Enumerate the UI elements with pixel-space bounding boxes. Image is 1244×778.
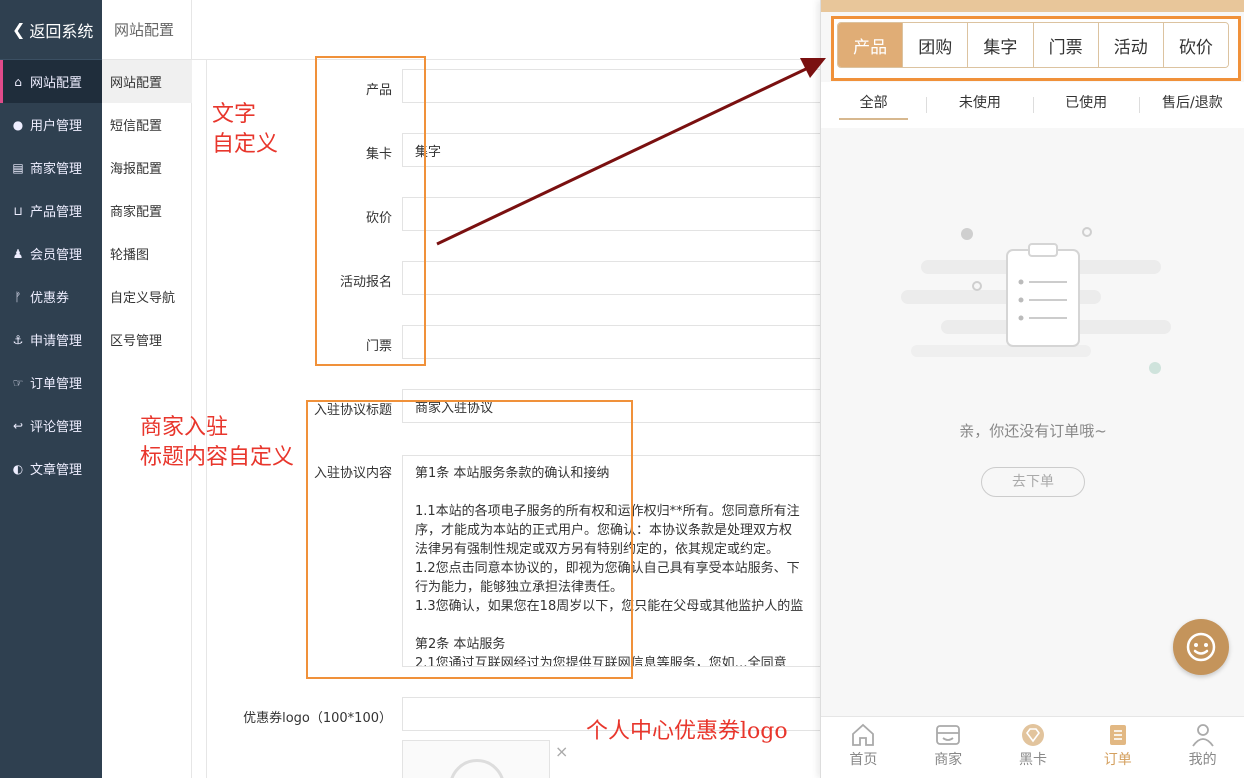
- tabbar-mine[interactable]: 我的: [1160, 717, 1244, 778]
- tabbar-merchant[interactable]: 商家: [906, 717, 991, 778]
- subnav-title: 网站配置: [102, 0, 192, 60]
- product-input[interactable]: [402, 69, 822, 103]
- home-icon: ⌂: [14, 74, 22, 89]
- home-outline-icon: [852, 723, 875, 746]
- tabbar-home[interactable]: 首页: [821, 717, 906, 778]
- filter-used[interactable]: 已使用: [1034, 82, 1139, 128]
- top-bar: [192, 0, 820, 60]
- annotation-text-custom: 文字 自定义: [212, 102, 279, 157]
- sidebar-item-members[interactable]: ♟ 会员管理: [0, 232, 102, 275]
- tabbar-label: 我的: [1188, 752, 1217, 768]
- order-icon: [1109, 725, 1126, 745]
- subnav-item-sms[interactable]: 短信配置: [102, 103, 192, 146]
- sidebar-item-site-config[interactable]: ⌂ 网站配置: [0, 60, 102, 103]
- filter-unused[interactable]: 未使用: [927, 82, 1032, 128]
- back-label: 返回系统: [29, 21, 94, 41]
- filter-all[interactable]: 全部: [821, 82, 926, 128]
- annotation-coupon-logo: 个人中心优惠券logo: [586, 719, 788, 744]
- sidebar-item-orders[interactable]: ☞ 订单管理: [0, 361, 102, 404]
- empty-orders-text: 亲，你还没有订单哦~: [959, 422, 1107, 440]
- sidebar-item-label: 优惠券: [30, 291, 70, 306]
- mobile-preview: 产品 团购 集字 门票 活动 砍价 全部 未使用 已使用 售后/退款 亲，你还没…: [820, 0, 1244, 778]
- bargain-input[interactable]: [402, 197, 822, 231]
- sidebar-item-users[interactable]: ● 用户管理: [0, 103, 102, 146]
- coupon-logo-preview[interactable]: [402, 740, 550, 778]
- sidebar-item-label: 会员管理: [30, 248, 83, 263]
- category-tabs: 产品 团购 集字 门票 活动 砍价: [837, 22, 1229, 68]
- sidebar-item-comments[interactable]: ↩ 评论管理: [0, 404, 102, 447]
- sidebar-item-label: 商家管理: [30, 162, 83, 177]
- sidebar-item-label: 产品管理: [30, 205, 83, 220]
- subnav-item-area-code[interactable]: 区号管理: [102, 318, 192, 361]
- sidebar-item-label: 申请管理: [30, 334, 83, 349]
- thumb-icon: ☞: [12, 375, 24, 390]
- card-input[interactable]: 集字: [402, 133, 822, 167]
- half-circle-icon: ◐: [12, 461, 24, 476]
- tab-activity[interactable]: 活动: [1098, 23, 1164, 67]
- tabbar-label: 商家: [934, 752, 963, 768]
- tabbar-label: 订单: [1103, 752, 1132, 768]
- subnav-item-custom-nav[interactable]: 自定义导航: [102, 275, 192, 318]
- sidebar-item-coupons[interactable]: ᚠ 优惠券: [0, 275, 102, 318]
- go-order-button[interactable]: 去下单: [981, 467, 1085, 497]
- coupon-icon: ᚠ: [14, 289, 22, 304]
- subnav-item-poster[interactable]: 海报配置: [102, 146, 192, 189]
- subnav-item-site-config[interactable]: 网站配置: [102, 60, 192, 103]
- sidebar-item-label: 订单管理: [30, 377, 83, 392]
- sidebar-item-label: 用户管理: [30, 119, 83, 134]
- coupon-logo-label: 优惠券logo（100*100）: [243, 711, 392, 726]
- members-icon: ♟: [12, 246, 24, 261]
- back-to-system-button[interactable]: ❮ 返回系统: [0, 0, 102, 60]
- shop-icon: [936, 725, 961, 745]
- tabbar-black-card[interactable]: 黑卡: [991, 717, 1076, 778]
- annotation-box-text: [315, 56, 426, 366]
- sidebar-item-articles[interactable]: ◐ 文章管理: [0, 447, 102, 490]
- empty-orders-illustration: [901, 227, 1171, 374]
- user-icon: ●: [12, 117, 24, 132]
- person-icon: [1191, 724, 1214, 747]
- tab-groupbuy[interactable]: 团购: [903, 23, 969, 67]
- sidebar-item-label: 文章管理: [30, 463, 83, 478]
- sidebar-item-label: 评论管理: [30, 420, 83, 435]
- annotation-box-agreement: [306, 400, 633, 679]
- sidebar-item-label: 网站配置: [30, 76, 83, 91]
- tabbar-label: 黑卡: [1018, 752, 1047, 768]
- order-filters: 全部 未使用 已使用 售后/退款: [821, 82, 1244, 128]
- tab-ticket[interactable]: 门票: [1033, 23, 1099, 67]
- main-sidebar: ❮ 返回系统 ⌂ 网站配置 ● 用户管理 ▤ 商家管理 ⊔ 产品管理 ♟ 会员管…: [0, 0, 102, 778]
- tabbar-orders[interactable]: 订单: [1075, 717, 1160, 778]
- smiley-float-button[interactable]: [1173, 619, 1229, 675]
- reply-icon: ↩: [12, 418, 24, 433]
- phone-top-strip: [821, 0, 1244, 12]
- smiley-icon: [1186, 632, 1216, 662]
- sidebar-item-products[interactable]: ⊔ 产品管理: [0, 189, 102, 232]
- tabbar-label: 首页: [849, 752, 878, 768]
- cart-icon: ⊔: [13, 203, 23, 218]
- sidebar-item-merchants[interactable]: ▤ 商家管理: [0, 146, 102, 189]
- anchor-icon: ⚓: [12, 332, 24, 347]
- sub-navigation: 网站配置 网站配置 短信配置 海报配置 商家配置 轮播图 自定义导航 区号管理: [102, 0, 192, 778]
- tab-product[interactable]: 产品: [838, 23, 904, 67]
- subnav-item-banner[interactable]: 轮播图: [102, 232, 192, 275]
- tab-bargain[interactable]: 砍价: [1163, 23, 1228, 67]
- sidebar-item-applications[interactable]: ⚓ 申请管理: [0, 318, 102, 361]
- delete-icon[interactable]: ×: [555, 742, 568, 761]
- store-icon: ▤: [12, 160, 24, 175]
- activity-input[interactable]: [402, 261, 822, 295]
- annotation-merchant-custom: 商家入驻 标题内容自定义: [140, 415, 295, 470]
- diamond-icon: [1021, 724, 1044, 746]
- ticket-input[interactable]: [402, 325, 822, 359]
- subnav-item-merchant[interactable]: 商家配置: [102, 189, 192, 232]
- tab-collect[interactable]: 集字: [968, 23, 1034, 67]
- filter-refund[interactable]: 售后/退款: [1140, 82, 1244, 128]
- bottom-tab-bar: 首页 商家 黑卡 订单 我的: [821, 716, 1244, 778]
- chevron-left-icon: ❮: [12, 20, 26, 39]
- placeholder-image-icon: [449, 759, 505, 778]
